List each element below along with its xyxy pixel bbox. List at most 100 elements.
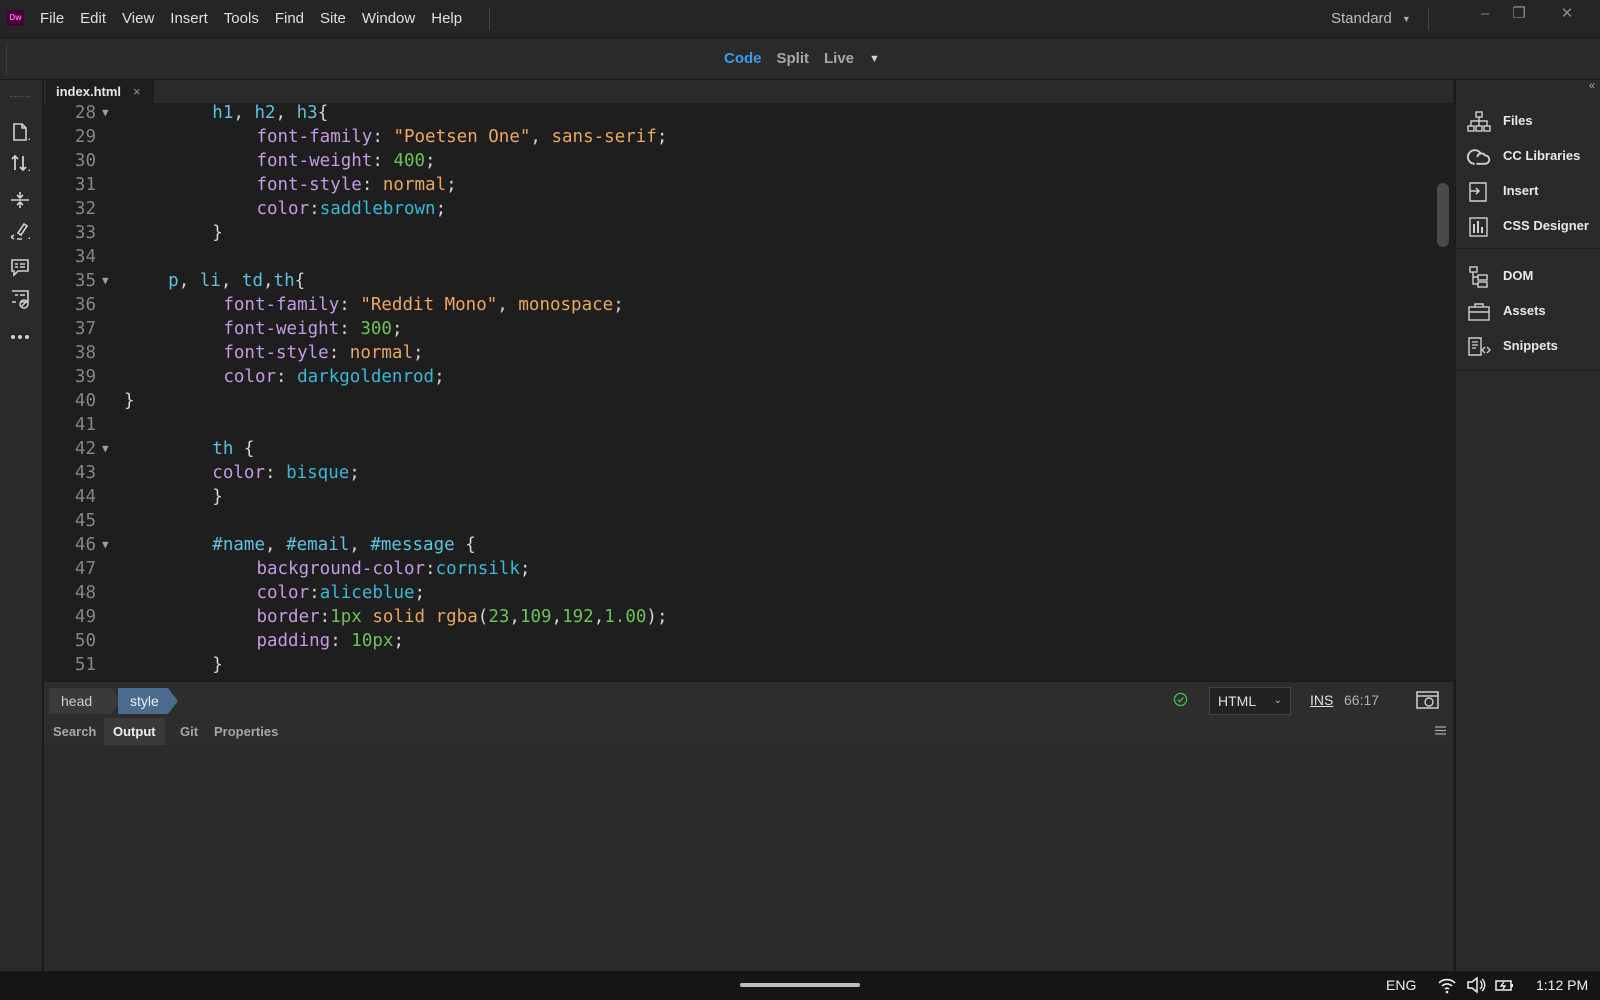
view-code-button[interactable]: Code (724, 50, 762, 67)
battery-charging-icon[interactable] (1495, 976, 1515, 994)
code-line[interactable]: 28 ▼ h1, h2, h3{ (44, 103, 1444, 125)
preview-in-browser-icon[interactable] (1416, 690, 1440, 710)
restore-button[interactable]: ❐ (1505, 4, 1533, 24)
code-text: th { (212, 437, 254, 461)
code-line[interactable]: 32 color:saddlebrown; (44, 197, 1444, 221)
menu-find[interactable]: Find (267, 10, 312, 27)
code-line[interactable]: 30 font-weight: 400; (44, 149, 1444, 173)
code-line[interactable]: 36 font-family: "Reddit Mono", monospace; (44, 293, 1444, 317)
breadcrumb-style-label: style (130, 693, 159, 709)
code-line[interactable]: 37 font-weight: 300; (44, 317, 1444, 341)
menu-file[interactable]: File (32, 10, 72, 27)
code-token: : (264, 463, 287, 483)
view-dropdown-icon[interactable]: ▼ (869, 53, 880, 65)
panel-cc-libraries[interactable]: CC Libraries (1456, 140, 1600, 174)
code-text: #name, #email, #message { (212, 533, 475, 557)
remove-comment-icon[interactable] (9, 288, 31, 310)
keyboard-language[interactable]: ENG (1386, 977, 1416, 993)
output-panel (44, 745, 1453, 971)
code-token: 10px (351, 631, 394, 651)
code-line[interactable]: 40} (44, 389, 1444, 413)
tab-properties[interactable]: Properties (205, 718, 287, 745)
fold-toggle-icon[interactable]: ▼ (102, 103, 109, 125)
fold-toggle-icon[interactable]: ▼ (102, 533, 109, 557)
system-taskbar: ENG 1:12 PM (0, 971, 1600, 1000)
workspace-switcher[interactable]: Standard ▼ (1331, 0, 1411, 37)
code-text: font-weight: 400; (256, 149, 435, 173)
fold-toggle-icon[interactable]: ▼ (102, 269, 109, 293)
code-line[interactable]: 43 color: bisque; (44, 461, 1444, 485)
code-line[interactable]: 46 ▼ #name, #email, #message { (44, 533, 1444, 557)
code-line[interactable]: 38 font-style: normal; (44, 341, 1444, 365)
code-line[interactable]: 51} (44, 653, 1444, 677)
code-editor[interactable]: 28 ▼ h1, h2, h3{29 font-family: "Poetsen On… (44, 103, 1453, 681)
code-token: 23 (488, 607, 510, 627)
tab-git[interactable]: Git (171, 718, 207, 745)
code-token: saddlebrown (319, 199, 436, 219)
code-line[interactable]: 41 (44, 413, 1444, 437)
fold-toggle-icon[interactable]: ▼ (102, 437, 109, 461)
minimize-button[interactable]: – (1471, 4, 1499, 24)
menu-site[interactable]: Site (312, 10, 354, 27)
menu-view[interactable]: View (114, 10, 162, 27)
code-token: color (256, 583, 310, 603)
menu-help[interactable]: Help (423, 10, 470, 27)
file-transfer-icon[interactable] (9, 152, 31, 174)
tab-output[interactable]: Output (104, 718, 165, 745)
panel-assets[interactable]: Assets (1456, 295, 1600, 329)
code-token: 192 (562, 607, 594, 627)
code-token: #name (212, 535, 265, 555)
code-line[interactable]: 42 ▼ th { (44, 437, 1444, 461)
code-line[interactable]: 35 ▼ p, li, td,th{ (44, 269, 1444, 293)
clock: 1:12 PM (1536, 977, 1589, 993)
breadcrumb-head[interactable]: head (49, 688, 121, 714)
panel-dom[interactable]: DOM (1456, 260, 1600, 294)
more-tools-icon[interactable] (9, 326, 31, 348)
code-token: #message (370, 535, 455, 555)
code-line[interactable]: 31 font-style: normal; (44, 173, 1444, 197)
open-document-icon[interactable] (9, 121, 31, 143)
view-split-button[interactable]: Split (777, 50, 810, 67)
menu-window[interactable]: Window (354, 10, 423, 27)
code-line[interactable]: 45 (44, 509, 1444, 533)
breadcrumb-style[interactable]: style (118, 688, 178, 714)
code-token: monospace (518, 295, 614, 315)
document-tab[interactable]: index.html × (46, 80, 154, 103)
code-line[interactable]: 29 font-family: "Poetsen One", sans-serif… (44, 125, 1444, 149)
code-line[interactable]: 47 background-color:cornsilk; (44, 557, 1444, 581)
code-token: font-style (256, 175, 362, 195)
close-window-button[interactable]: ✕ (1553, 4, 1581, 24)
close-tab-icon[interactable]: × (133, 84, 141, 99)
code-token: border (256, 607, 320, 627)
code-line[interactable]: 50 padding: 10px; (44, 629, 1444, 653)
menu-insert[interactable]: Insert (162, 10, 216, 27)
document-type-select[interactable]: HTML ⌄ (1209, 687, 1291, 715)
panel-files[interactable]: Files (1456, 105, 1600, 139)
code-token: : (372, 151, 394, 171)
volume-icon[interactable] (1466, 976, 1486, 994)
linting-ok-icon[interactable] (1173, 692, 1188, 707)
home-indicator[interactable] (740, 983, 860, 987)
wifi-icon[interactable] (1437, 976, 1457, 994)
menu-edit[interactable]: Edit (72, 10, 114, 27)
code-line[interactable]: 48 color:aliceblue; (44, 581, 1444, 605)
panel-menu-icon[interactable] (1434, 724, 1447, 737)
panel-insert[interactable]: Insert (1456, 175, 1600, 209)
view-live-button[interactable]: Live (824, 50, 854, 67)
tab-search[interactable]: Search (44, 718, 105, 745)
panel-snippets[interactable]: Snippets (1456, 330, 1600, 364)
files-sitemap-icon (1467, 111, 1491, 132)
code-line[interactable]: 44} (44, 485, 1444, 509)
format-code-icon[interactable] (9, 220, 31, 242)
menu-tools[interactable]: Tools (216, 10, 267, 27)
code-line[interactable]: 39 color: darkgoldenrod; (44, 365, 1444, 389)
insert-mode-toggle[interactable]: INS (1310, 692, 1333, 708)
code-line[interactable]: 34 (44, 245, 1444, 269)
code-line[interactable]: 49 border:1px solid rgba(23,109,192,1.00)… (44, 605, 1444, 629)
collapse-panels-icon[interactable]: « (1589, 80, 1595, 92)
comment-icon[interactable] (9, 257, 31, 279)
panel-css-designer[interactable]: CSS Designer (1456, 210, 1600, 244)
code-token: li (199, 271, 221, 291)
code-line[interactable]: 33} (44, 221, 1444, 245)
expand-collapse-icon[interactable] (9, 189, 31, 211)
